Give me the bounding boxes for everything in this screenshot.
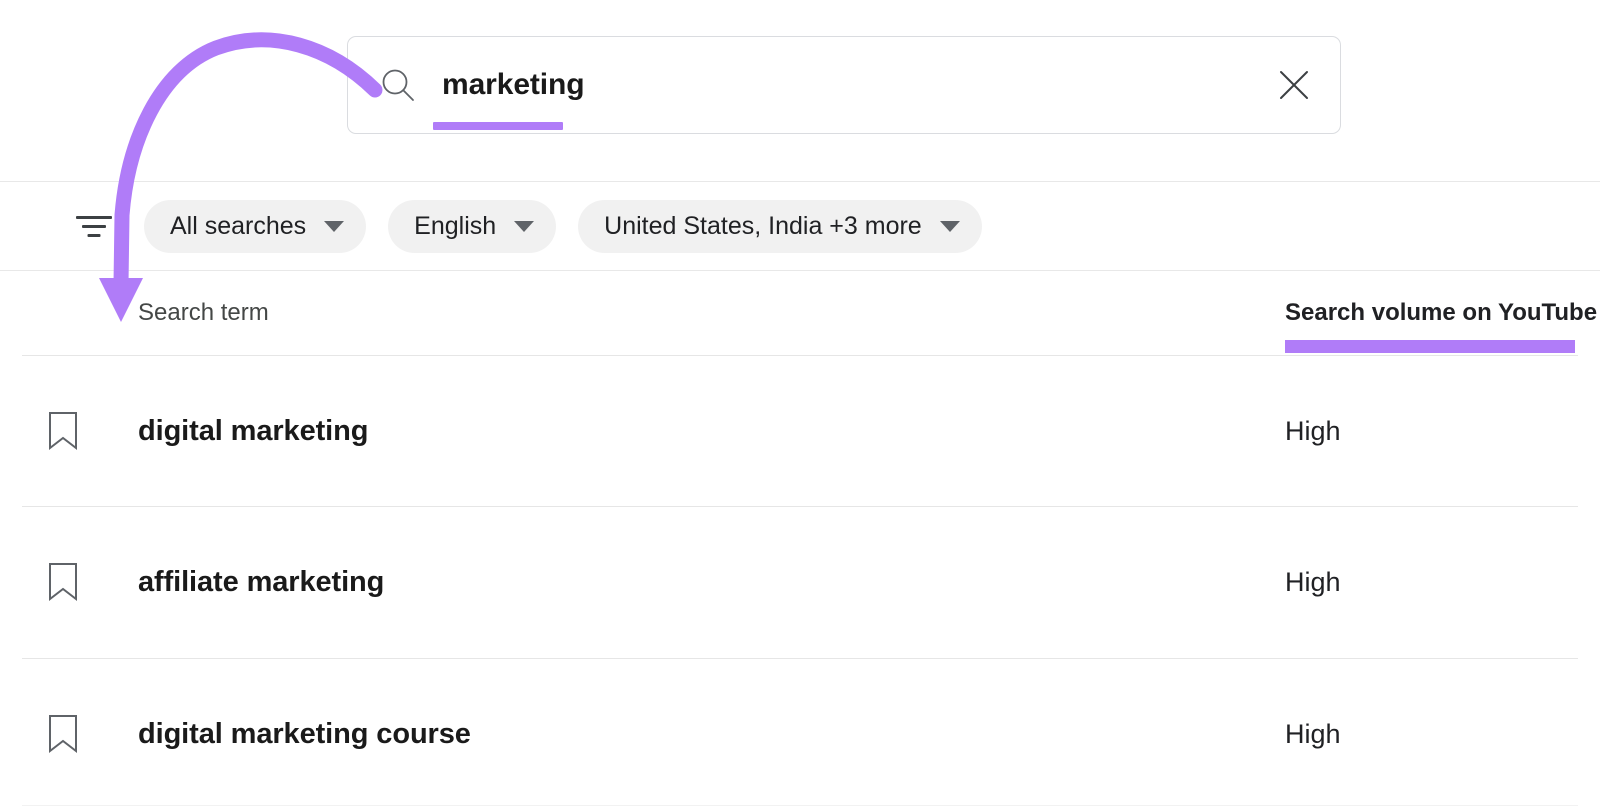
bookmark-icon[interactable] [48,714,78,754]
search-icon [381,68,415,102]
close-icon[interactable] [1277,68,1311,102]
row-search-volume: High [1285,416,1341,447]
column-header-search-term[interactable]: Search term [138,299,269,327]
filter-pill-all-searches[interactable]: All searches [144,200,366,253]
chevron-down-icon [940,221,960,232]
filter-pill-countries[interactable]: United States, India +3 more [578,200,982,253]
filter-pill-label: English [414,212,496,241]
row-search-term[interactable]: affiliate marketing [138,566,384,599]
row-search-term[interactable]: digital marketing course [138,718,471,751]
search-value-highlight [433,122,563,130]
search-input-value: marketing [442,68,584,102]
bookmark-icon[interactable] [48,411,78,451]
search-area: marketing [0,0,1600,181]
row-search-volume: High [1285,567,1341,598]
chevron-down-icon [514,221,534,232]
search-input[interactable]: marketing [442,37,584,133]
row-search-term[interactable]: digital marketing [138,415,368,448]
column-header-search-volume[interactable]: Search volume on YouTube [1285,299,1597,327]
table-row[interactable]: digital marketing High [0,355,1600,507]
divider-row-3 [22,805,1578,806]
filter-pill-language[interactable]: English [388,200,556,253]
column-header-highlight [1285,340,1575,353]
filter-pill-label: United States, India +3 more [604,212,922,241]
keyword-research-page: marketing All searches English U [0,0,1600,811]
filter-icon[interactable] [72,206,116,246]
bookmark-icon[interactable] [48,562,78,602]
search-box[interactable]: marketing [347,36,1341,134]
table-row[interactable]: digital marketing course High [0,658,1600,810]
row-search-volume: High [1285,719,1341,750]
filter-bar: All searches English United States, Indi… [0,182,1600,270]
filter-pill-label: All searches [170,212,306,241]
chevron-down-icon [324,221,344,232]
table-row[interactable]: affiliate marketing High [0,506,1600,658]
